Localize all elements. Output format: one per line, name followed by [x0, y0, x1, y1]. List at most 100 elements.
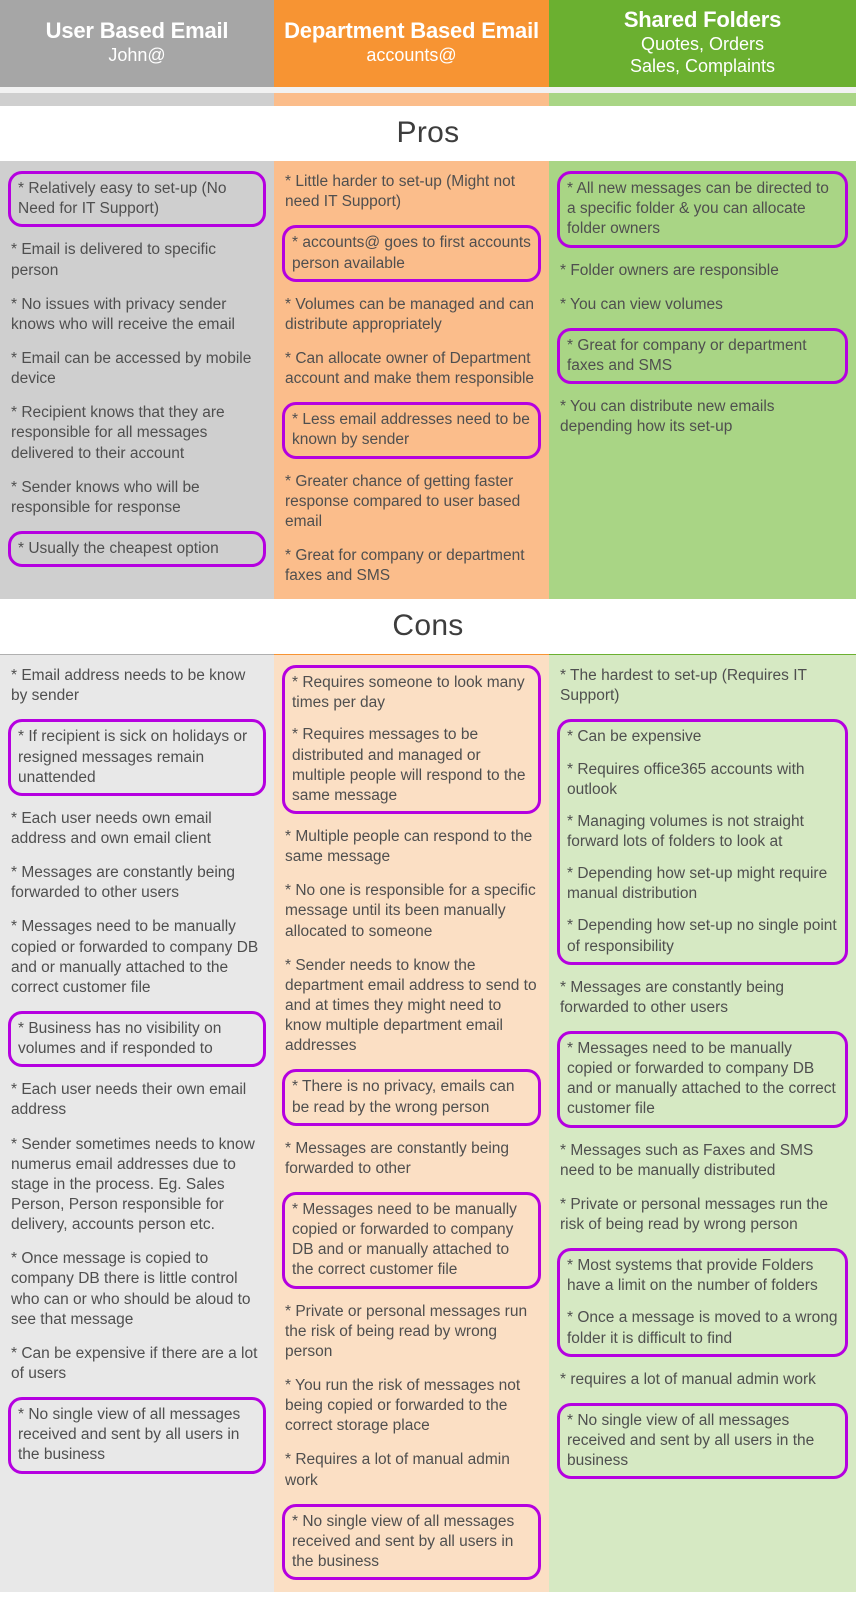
- accent-strip-green: [549, 93, 856, 107]
- list-item: * No one is responsible for a specific m…: [285, 882, 536, 940]
- list-item: * accounts@ goes to first accounts perso…: [292, 234, 531, 272]
- highlighted-group: * Requires someone to look many times pe…: [282, 665, 541, 815]
- highlighted-group: * There is no privacy, emails can be rea…: [282, 1069, 541, 1126]
- list-item: * Little harder to set-up (Might not nee…: [285, 173, 516, 211]
- list-item: * Sender knows who will be responsible f…: [11, 478, 200, 516]
- section-body-pros: * Relatively easy to set-up (No Need for…: [0, 161, 856, 600]
- list-item: * Great for company or department faxes …: [567, 336, 807, 374]
- list-item: * Each user needs own email address and …: [11, 809, 212, 848]
- list-item: * Business has no visibility on volumes …: [18, 1020, 222, 1058]
- list-item: * You can view volumes: [560, 295, 723, 313]
- comparison-table: User Based Email John@ Department Based …: [0, 0, 856, 1593]
- highlighted-group: * accounts@ goes to first accounts perso…: [282, 225, 541, 282]
- list-item: * Multiple people can respond to the sam…: [285, 828, 533, 866]
- list-item: * Can be expensive: [567, 728, 702, 746]
- column-header-subtitle: accounts@: [366, 44, 457, 65]
- list-item: * Messages need to be manually copied or…: [11, 918, 259, 996]
- list-item: * No single view of all messages receive…: [292, 1512, 515, 1570]
- list-item: * Private or personal messages run the r…: [285, 1302, 528, 1360]
- list-item: * All new messages can be directed to a …: [567, 180, 829, 238]
- highlighted-group: * Relatively easy to set-up (No Need for…: [8, 171, 266, 228]
- list-item: * No issues with privacy sender knows wh…: [11, 295, 235, 333]
- list-item: * Email is delivered to specific person: [11, 241, 217, 279]
- column-header-subtitle-line1: Quotes, Orders: [640, 33, 765, 54]
- list-item: * Greater chance of getting faster respo…: [285, 472, 521, 530]
- list-item: * Email can be accessed by mobile device: [11, 349, 252, 388]
- list-item: * Can allocate owner of Department accou…: [285, 349, 535, 388]
- list-item: * Relatively easy to set-up (No Need for…: [18, 180, 227, 218]
- column-header-title: Shared Folders: [623, 7, 782, 32]
- list-item: * You run the risk of messages not being…: [285, 1377, 521, 1435]
- list-item: * Can be expensive if there are a lot of…: [11, 1344, 258, 1382]
- highlighted-group: * Business has no visibility on volumes …: [8, 1011, 266, 1068]
- column-header-department-based-email: Department Based Email accounts@: [274, 0, 549, 88]
- list-item: * Sender needs to know the department em…: [285, 956, 537, 1055]
- cons-column-department-based-email: * Requires someone to look many times pe…: [274, 654, 549, 1593]
- highlighted-group: * All new messages can be directed to a …: [557, 171, 848, 248]
- list-item: * Recipient knows that they are responsi…: [11, 404, 225, 462]
- list-item: * Depending how set-up no single point o…: [567, 917, 837, 955]
- list-item: * Folder owners are responsible: [560, 261, 779, 279]
- accent-strip-orange: [274, 93, 549, 107]
- cons-column-shared-folders: * The hardest to set-up (Requires IT Sup…: [549, 654, 856, 1593]
- column-header-title: User Based Email: [45, 18, 229, 44]
- highlighted-group: * Most systems that provide Folders have…: [557, 1248, 848, 1357]
- list-item: * No single view of all messages receive…: [18, 1406, 241, 1464]
- highlighted-group: * Messages need to be manually copied or…: [557, 1031, 848, 1128]
- pros-column-department-based-email: * Little harder to set-up (Might not nee…: [274, 161, 549, 600]
- section-band-pros: Pros: [0, 106, 856, 162]
- section-body-cons: * Email address needs to be know by send…: [0, 654, 856, 1593]
- highlighted-group: * Messages need to be manually copied or…: [282, 1192, 541, 1289]
- highlighted-group: * No single view of all messages receive…: [8, 1397, 266, 1474]
- list-item: * requires a lot of manual admin work: [560, 1370, 816, 1388]
- list-item: * Messages need to be manually copied or…: [292, 1201, 517, 1279]
- column-header-shared-folders: Shared Folders Quotes, Orders Sales, Com…: [549, 0, 856, 88]
- list-item: * Great for company or department faxes …: [285, 546, 525, 585]
- column-header-user-based-email: User Based Email John@: [0, 0, 274, 88]
- section-band-cons: Cons: [0, 599, 856, 655]
- list-item: * Most systems that provide Folders have…: [567, 1257, 818, 1295]
- list-item: * Once a message is moved to a wrong fol…: [567, 1309, 838, 1347]
- list-item: * There is no privacy, emails can be rea…: [292, 1078, 515, 1116]
- list-item: * Less email addresses need to be known …: [292, 411, 530, 449]
- highlighted-group: * Great for company or department faxes …: [557, 327, 848, 385]
- list-item: * Email address needs to be know by send…: [11, 667, 246, 705]
- list-item: * Messages are constantly being forwarde…: [11, 864, 236, 902]
- pros-column-user-based-email: * Relatively easy to set-up (No Need for…: [0, 161, 274, 600]
- list-item: * Requires messages to be distributed an…: [292, 726, 526, 804]
- header-row: User Based Email John@ Department Based …: [0, 0, 856, 88]
- list-item: * Private or personal messages run the r…: [560, 1195, 828, 1234]
- highlighted-group: * Can be expensive * Requires office365 a…: [557, 719, 848, 965]
- highlighted-group: * Usually the cheapest option: [8, 530, 266, 568]
- accent-strip-grey: [0, 93, 274, 107]
- list-item: * Messages such as Faxes and SMS need to…: [560, 1141, 814, 1179]
- highlighted-group: * No single view of all messages receive…: [557, 1402, 848, 1480]
- list-item: * Sender sometimes needs to know numerus…: [11, 1135, 255, 1234]
- list-item: * Messages need to be manually copied or…: [567, 1040, 836, 1118]
- list-item: * Messages are constantly being forwarde…: [560, 978, 785, 1016]
- column-header-title: Department Based Email: [284, 18, 539, 44]
- list-item: * The hardest to set-up (Requires IT Sup…: [560, 667, 807, 705]
- highlighted-group: * No single view of all messages receive…: [282, 1503, 541, 1581]
- list-item: * Depending how set-up might require man…: [567, 865, 828, 903]
- list-item: * No single view of all messages receive…: [567, 1411, 815, 1470]
- cons-column-user-based-email: * Email address needs to be know by send…: [0, 654, 274, 1593]
- list-item: * Each user needs their own email addres…: [11, 1081, 247, 1119]
- list-item: * Requires someone to look many times pe…: [292, 674, 525, 712]
- column-header-subtitle: John@: [108, 44, 166, 65]
- list-item: * Once message is copied to company DB t…: [11, 1250, 251, 1328]
- list-item: * If recipient is sick on holidays or re…: [18, 728, 248, 786]
- pros-column-shared-folders: * All new messages can be directed to a …: [549, 161, 856, 600]
- list-item: * Volumes can be managed and can distrib…: [285, 295, 535, 333]
- highlighted-group: * If recipient is sick on holidays or re…: [8, 719, 266, 796]
- section-title-pros: Pros: [396, 116, 460, 150]
- header-accent-strip: [0, 93, 856, 107]
- list-item: * Messages are constantly being forwarde…: [285, 1139, 510, 1177]
- list-item: * Requires a lot of manual admin work: [285, 1451, 510, 1489]
- highlighted-group: * Less email addresses need to be known …: [282, 402, 541, 459]
- list-item: * Usually the cheapest option: [18, 539, 219, 557]
- section-title-cons: Cons: [392, 609, 464, 643]
- list-item: * You can distribute new emails dependin…: [560, 398, 775, 436]
- column-header-subtitle-line2: Sales, Complaints: [629, 55, 776, 76]
- list-item: * Managing volumes is not straight forwa…: [567, 812, 804, 851]
